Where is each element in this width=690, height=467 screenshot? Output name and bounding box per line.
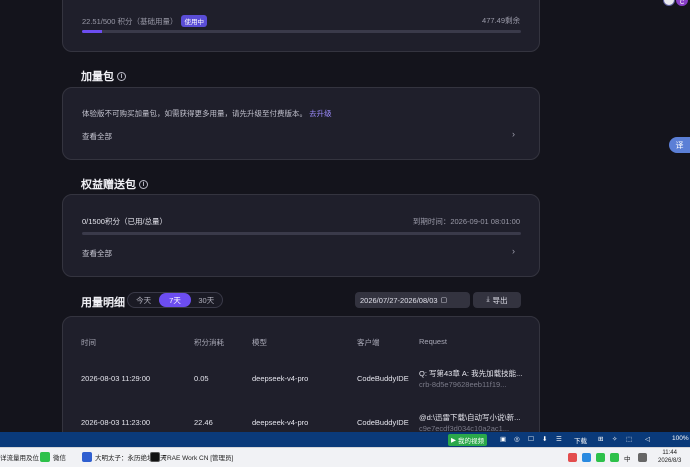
gift-section-title: 权益赠送包 i [81,176,148,192]
clock-time: 11:44 [662,450,677,456]
translate-button[interactable]: 译 [669,137,690,153]
col-points: 积分消耗 [194,338,224,347]
addon-title-text: 加量包 [81,71,114,83]
addon-view-all-link[interactable]: 查看全部 [82,131,112,142]
avatar-label: C [679,0,685,6]
usage-details-title: 用量明细 [81,297,125,309]
video-icon: ▶ [451,437,456,444]
row1-client: CodeBuddyIDE [357,374,409,383]
col-client: 客户端 [357,338,380,347]
volume-icon[interactable]: ◁ [645,435,650,443]
taskbar-item-label: 详流量用及位 [0,455,39,462]
taskbar-item-wechat[interactable]: 微信 [40,452,66,462]
taskbar-item-trae[interactable]: TRAE Work CN [管理员] [150,452,233,462]
usage-card: 22.51/500 积分（基础用量） 使用中 477.49剩余 [62,0,540,52]
tab-today[interactable]: 今天 [128,293,159,307]
video-label: 我的视频 [458,438,484,445]
clock[interactable]: 11:44 2026/8/3 [658,449,681,465]
status-icon-4[interactable]: ⬇ [542,435,547,443]
download-icon: ⤓ [486,296,490,303]
period-tabs: 今天 7天 30天 [127,292,223,308]
tray-icon-2[interactable] [582,453,591,462]
info-icon[interactable]: i [139,179,148,189]
addon-notice-text: 体验版不可购买加量包，如需获得更多用量，请先升级至付费版本。 [82,109,307,118]
tab-7days[interactable]: 7天 [159,293,191,307]
document-icon [82,452,92,462]
usage-text: 22.51/500 积分（基础用量） [82,16,178,26]
gift-progress-bar [82,232,521,235]
status-icon-6[interactable]: ⊞ [598,435,603,443]
usage-progress-fill [82,30,102,33]
export-button[interactable]: ⤓ 导出 [473,292,521,308]
avatar-secondary[interactable]: C [676,0,688,6]
row1-request[interactable]: Q: 写第43章 A: 我先加载技能... [419,368,522,379]
taskbar-item-label: TRAE Work CN [管理员] [163,455,234,462]
col-request: Request [419,337,447,346]
row1-time: 2026-08-03 11:29:00 [81,374,151,383]
avatar[interactable] [663,0,675,6]
trae-icon [150,452,160,462]
upgrade-link[interactable]: 去升级 [309,109,332,118]
clock-date: 2026/8/3 [658,458,682,464]
gift-title-text: 权益赠送包 [81,179,136,191]
status-badge: 使用中 [181,15,207,27]
network-icon[interactable] [638,453,647,462]
status-icon-2[interactable]: ◎ [514,435,520,443]
tray-icon-4[interactable] [610,453,619,462]
browser-statusbar: ▶ 我的视频 ▣ ◎ ☐ ⬇ ☰ 下载 ⊞ ✧ ⬚ ◁ 100% [0,432,690,447]
tray-icon-3[interactable] [596,453,605,462]
usage-progress-bar [82,30,521,33]
row2-request[interactable]: @d:\迅雷下载\自动写小说\新... [419,412,520,423]
row1-model: deepseek-v4-pro [252,374,309,383]
date-range-text: 2026/07/27-2026/08/03 [360,295,438,305]
row2-model: deepseek-v4-pro [252,418,309,427]
zoom-level[interactable]: 100% [672,435,689,442]
info-icon[interactable]: i [117,71,126,81]
video-badge[interactable]: ▶ 我的视频 [448,434,487,446]
row2-points: 22.46 [194,418,213,427]
gift-view-all-link[interactable]: 查看全部 [82,248,112,259]
download-status[interactable]: 下载 [574,435,587,445]
export-label: 导出 [492,295,508,305]
status-icon-8[interactable]: ⬚ [626,435,632,443]
remaining-text: 477.49剩余 [482,16,520,25]
calendar-icon: ▢ [440,297,448,304]
gift-card: 0/1500积分（已用/总量） 到期时间：2026-09-01 08:01:00… [62,194,540,277]
col-time: 时间 [81,338,96,347]
date-range-picker[interactable]: 2026/07/27-2026/08/03 ▢ [355,292,470,308]
gift-expiry: 到期时间：2026-09-01 08:01:00 [412,217,520,226]
addon-section-title: 加量包 i [81,68,126,84]
status-icon-7[interactable]: ✧ [612,435,617,443]
status-icon-1[interactable]: ▣ [500,435,506,443]
col-model: 模型 [252,338,267,347]
status-icon-5[interactable]: ☰ [556,435,562,443]
row1-points: 0.05 [194,374,209,383]
ime-indicator[interactable]: 中 [624,453,631,463]
wechat-icon [40,452,50,462]
row2-client: CodeBuddyIDE [357,418,409,427]
addon-card: 体验版不可购买加量包，如需获得更多用量，请先升级至付费版本。 去升级 查看全部 … [62,87,540,160]
status-icon-3[interactable]: ☐ [528,435,534,443]
gift-points: 0/1500积分（已用/总量） [82,217,168,226]
chevron-right-icon[interactable]: › [512,246,515,256]
addon-notice: 体验版不可购买加量包，如需获得更多用量，请先升级至付费版本。 去升级 [82,108,332,119]
taskbar: 详流量用及位 微信 大明太子：永历绝境开天 TRAE Work CN [管理员]… [0,447,690,467]
tab-30days[interactable]: 30天 [191,293,222,307]
usage-text-row: 22.51/500 积分（基础用量） 使用中 [82,15,207,27]
chevron-right-icon[interactable]: › [512,129,515,139]
row2-time: 2026-08-03 11:23:00 [81,418,151,427]
taskbar-item-label: 微信 [53,455,66,462]
row1-request-id: crb-8d5e79628eeb11f19... [419,380,507,389]
tray-icon-1[interactable] [568,453,577,462]
taskbar-item-app1[interactable]: 详流量用及位 [0,452,39,462]
